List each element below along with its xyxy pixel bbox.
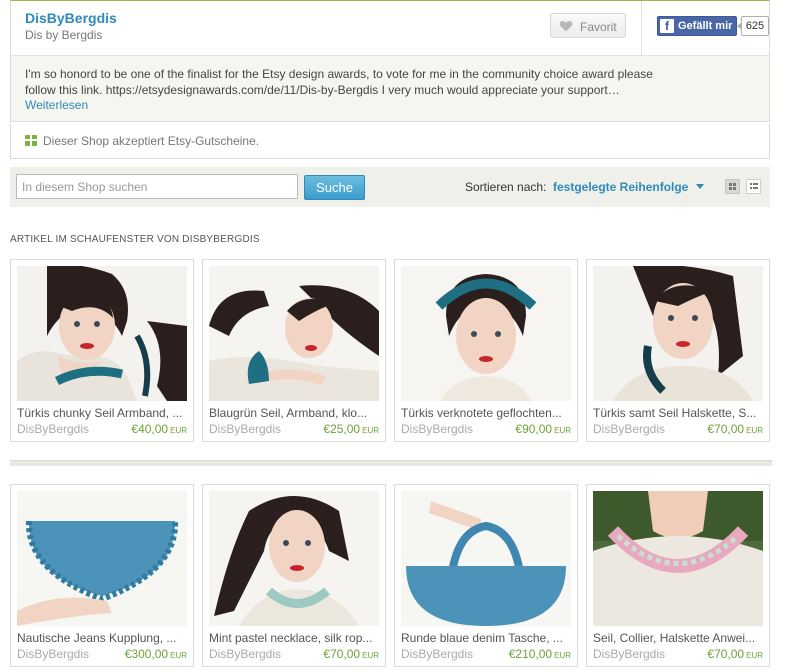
price-currency: EUR xyxy=(170,651,187,660)
listing-card[interactable]: Türkis chunky Seil Armband, ... DisByBer… xyxy=(10,259,194,442)
price-currency: EUR xyxy=(746,651,763,660)
price-currency: EUR xyxy=(362,651,379,660)
listing-thumbnail[interactable] xyxy=(401,266,571,401)
shop-search-bar: Suche Sortieren nach: festgelegte Reihen… xyxy=(10,167,770,207)
listing-price: €25,00 EUR xyxy=(323,422,379,436)
listing-card[interactable]: Blaugrün Seil, Armband, klo... DisByBerg… xyxy=(202,259,386,442)
price-currency: EUR xyxy=(554,426,571,435)
listing-thumbnail[interactable] xyxy=(17,491,187,626)
listing-seller[interactable]: DisByBergdis xyxy=(401,422,473,436)
read-more-link[interactable]: Weiterlesen xyxy=(25,98,88,112)
price-currency: EUR xyxy=(746,426,763,435)
grid-view-icon[interactable] xyxy=(725,179,740,194)
listing-title[interactable]: Türkis verknotete geflochten... xyxy=(401,406,573,420)
listing-title[interactable]: Nautische Jeans Kupplung, ... xyxy=(17,631,189,645)
listing-price: €300,00 EUR xyxy=(125,647,187,661)
listing-card[interactable]: Mint pastel necklace, silk rop... DisByB… xyxy=(202,484,386,667)
listing-thumbnail[interactable] xyxy=(17,266,187,401)
shop-header: DisByBergdis Dis by Bergdis Favorit f Ge… xyxy=(10,0,770,122)
listing-thumbnail[interactable] xyxy=(209,266,379,401)
listing-thumbnail[interactable] xyxy=(401,491,571,626)
listing-card[interactable]: Türkis verknotete geflochten... DisByBer… xyxy=(394,259,578,442)
gift-card-text: Dieser Shop akzeptiert Etsy-Gutscheine. xyxy=(43,134,260,148)
price-value: €210,00 xyxy=(508,647,553,661)
listing-thumbnail[interactable] xyxy=(593,491,763,626)
price-value: €70,00 xyxy=(707,422,745,436)
favorite-label: Favorit xyxy=(580,20,617,34)
facebook-like-label: Gefällt mir xyxy=(678,20,733,32)
listing-card[interactable]: Türkis samt Seil Halskette, S... DisByBe… xyxy=(586,259,770,442)
listing-price: €70,00 EUR xyxy=(707,647,763,661)
listing-seller[interactable]: DisByBergdis xyxy=(593,422,665,436)
facebook-like-button[interactable]: f Gefällt mir xyxy=(657,16,737,36)
price-value: €70,00 xyxy=(707,647,745,661)
listing-title[interactable]: Mint pastel necklace, silk rop... xyxy=(209,631,381,645)
row-divider xyxy=(10,460,772,466)
listing-title[interactable]: Runde blaue denim Tasche, ... xyxy=(401,631,573,645)
listing-seller[interactable]: DisByBergdis xyxy=(209,422,281,436)
search-button[interactable]: Suche xyxy=(304,175,365,200)
sort-label: Sortieren nach: xyxy=(465,180,547,194)
listing-thumbnail[interactable] xyxy=(209,491,379,626)
divider xyxy=(641,1,642,56)
price-currency: EUR xyxy=(554,651,571,660)
price-value: €300,00 xyxy=(124,647,169,661)
gift-icon xyxy=(25,135,37,146)
facebook-icon: f xyxy=(660,19,674,33)
listing-title[interactable]: Blaugrün Seil, Armband, klo... xyxy=(209,406,381,420)
section-title: ARTIKEL IM SCHAUFENSTER VON DISBYBERGDIS xyxy=(10,234,260,245)
shop-header-top: DisByBergdis Dis by Bergdis Favorit f Ge… xyxy=(11,1,769,56)
listing-thumbnail[interactable] xyxy=(593,266,763,401)
listing-title[interactable]: Türkis chunky Seil Armband, ... xyxy=(17,406,189,420)
listing-seller[interactable]: DisByBergdis xyxy=(593,647,665,661)
shop-announcement: I'm so honord to be one of the finalist … xyxy=(25,67,653,97)
listing-seller[interactable]: DisByBergdis xyxy=(17,647,89,661)
listing-seller[interactable]: DisByBergdis xyxy=(17,422,89,436)
listing-price: €70,00 EUR xyxy=(707,422,763,436)
listing-price: €40,00 EUR xyxy=(131,422,187,436)
shop-subtitle: Dis by Bergdis xyxy=(25,28,103,42)
chevron-down-icon[interactable] xyxy=(696,184,704,189)
listing-title[interactable]: Seil, Collier, Halskette Anwei... xyxy=(593,631,765,645)
price-value: €25,00 xyxy=(323,422,361,436)
listing-price: €70,00 EUR xyxy=(323,647,379,661)
price-currency: EUR xyxy=(170,426,187,435)
listing-price: €210,00 EUR xyxy=(509,647,571,661)
listing-title[interactable]: Türkis samt Seil Halskette, S... xyxy=(593,406,765,420)
listing-card[interactable]: Nautische Jeans Kupplung, ... DisByBergd… xyxy=(10,484,194,667)
favorite-button[interactable]: Favorit xyxy=(550,13,626,38)
price-value: €90,00 xyxy=(515,422,553,436)
heart-icon xyxy=(559,21,573,32)
price-currency: EUR xyxy=(362,426,379,435)
gift-card-notice: Dieser Shop akzeptiert Etsy-Gutscheine. xyxy=(10,124,770,159)
listing-card[interactable]: Seil, Collier, Halskette Anwei... DisByB… xyxy=(586,484,770,667)
price-value: €70,00 xyxy=(323,647,361,661)
listing-seller[interactable]: DisByBergdis xyxy=(209,647,281,661)
shop-search-input[interactable] xyxy=(16,174,298,199)
list-view-icon[interactable] xyxy=(746,179,761,194)
listing-price: €90,00 EUR xyxy=(515,422,571,436)
shop-name-link[interactable]: DisByBergdis xyxy=(25,10,117,26)
listing-seller[interactable]: DisByBergdis xyxy=(401,647,473,661)
listing-card[interactable]: Runde blaue denim Tasche, ... DisByBergd… xyxy=(394,484,578,667)
facebook-like-count: 625 xyxy=(737,16,769,36)
price-value: €40,00 xyxy=(131,422,169,436)
sort-dropdown[interactable]: festgelegte Reihenfolge xyxy=(553,180,688,194)
